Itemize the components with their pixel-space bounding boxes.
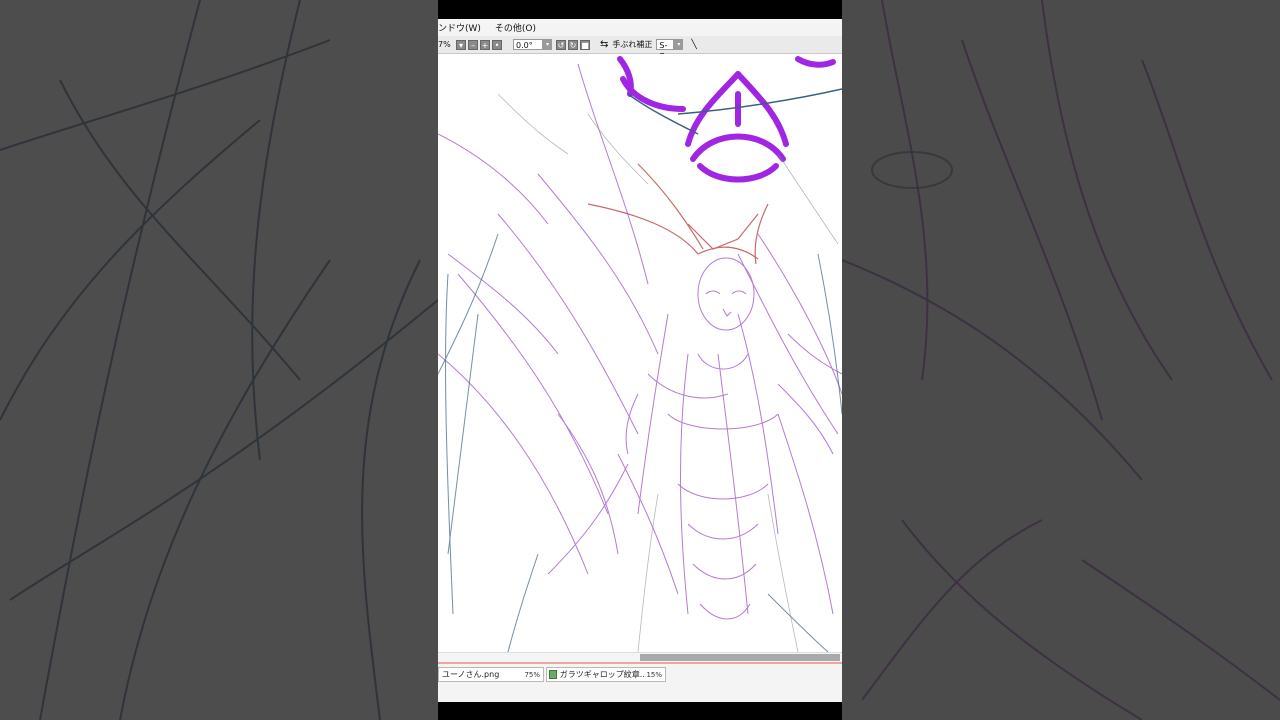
stabilizer-select[interactable]: S-7 [656,39,675,61]
drawing-canvas[interactable] [438,54,842,652]
view-toolbar: 7% ▾ – + • 0.0° ▾ ↺ ↻ ■ ⇆ 手ぶれ補正 S-7 ▾ ╲ [438,36,842,61]
stabilizer-label: 手ぶれ補正 [612,40,653,49]
scrollbar-thumb[interactable] [640,654,840,661]
menu-item-window[interactable]: ンドウ(W) [438,21,481,34]
document-tab-1[interactable]: ユーノさん.png 75% [438,667,544,682]
menu-item-other[interactable]: その他(O) [495,21,536,34]
zoom-out-icon[interactable]: – [468,39,478,50]
flip-horizontal-icon[interactable]: ⇆ [600,39,608,50]
document-tab-name: ガラツギャロップ紋章.... [559,670,647,679]
rotation-dropdown-icon[interactable]: ▾ [543,39,552,50]
zoom-dropdown-icon[interactable]: ▾ [456,39,466,50]
app-frame: ンドウ(W) その他(O) 7% ▾ – + • 0.0° ▾ ↺ ↻ ■ ⇆ … [438,0,842,720]
horizontal-scrollbar[interactable] [438,652,842,662]
document-tab-zoom: 75% [524,670,540,679]
background-right [842,0,1280,720]
rotation-input[interactable]: 0.0° [513,39,543,50]
rotate-left-icon[interactable]: ↺ [556,39,566,50]
line-tool-icon[interactable]: ╲ [691,40,696,50]
document-tab-name: ユーノさん.png [442,670,500,679]
document-tab-2[interactable]: ガラツギャロップ紋章.... 15% [546,667,666,682]
zoom-reset-icon[interactable]: • [492,39,502,50]
document-tab-bar: ユーノさん.png 75% ガラツギャロップ紋章.... 15% [438,662,842,702]
zoom-value: 7% [438,40,451,49]
sketch-artwork [438,54,842,652]
background-left [0,0,438,720]
document-tab-zoom: 15% [646,670,662,679]
menu-bar: ンドウ(W) その他(O) [438,19,842,36]
rotate-reset-icon[interactable]: ■ [580,39,590,50]
paint-app-window: ンドウ(W) その他(O) 7% ▾ – + • 0.0° ▾ ↺ ↻ ■ ⇆ … [438,19,842,702]
stabilizer-dropdown-icon[interactable]: ▾ [674,39,684,50]
image-file-icon [549,670,557,679]
rotate-right-icon[interactable]: ↻ [568,39,578,50]
zoom-in-icon[interactable]: + [480,39,490,50]
